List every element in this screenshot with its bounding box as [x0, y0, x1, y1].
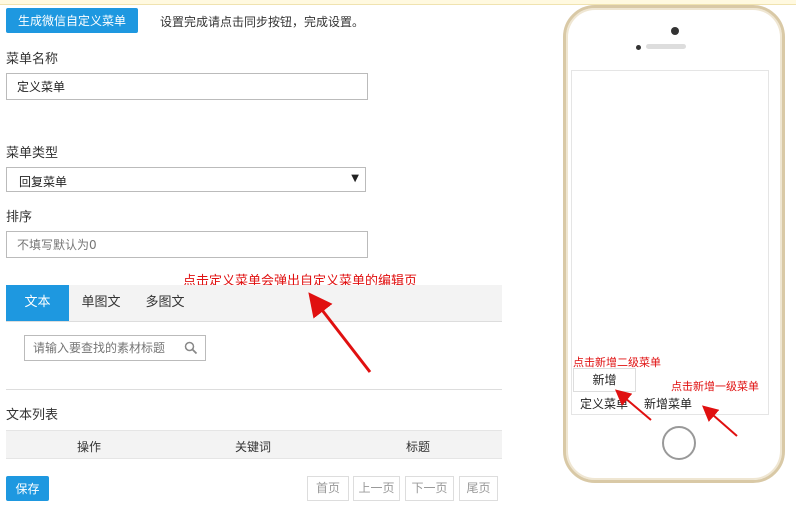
arrow-to-defined-menu: [614, 389, 652, 421]
arrow-to-tabs: [308, 292, 372, 373]
annotation-arrows: [308, 292, 738, 437]
arrow-to-add-menu: [701, 405, 738, 437]
